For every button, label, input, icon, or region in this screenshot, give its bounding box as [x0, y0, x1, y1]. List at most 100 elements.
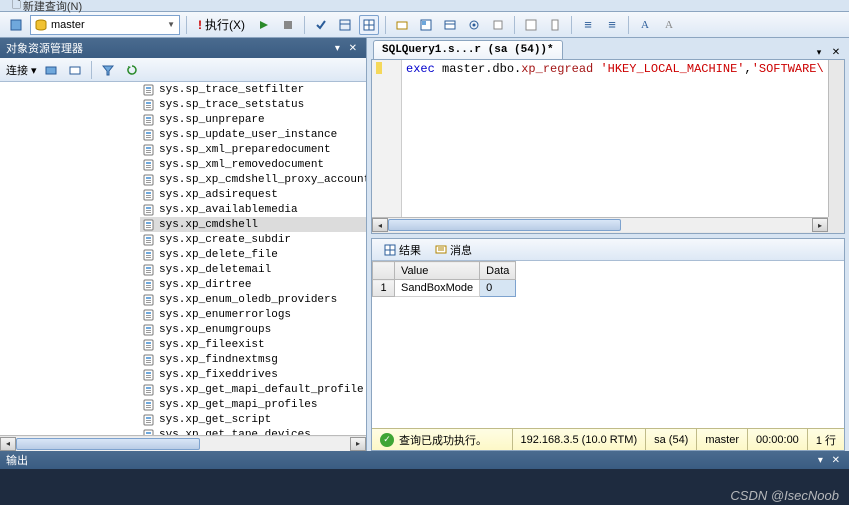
- tree-item-label: sys.xp_create_subdir: [159, 234, 291, 246]
- tree-item[interactable]: sys.sp_update_user_instance: [140, 127, 366, 142]
- cell-data[interactable]: 0: [480, 280, 516, 297]
- btn-b[interactable]: [416, 15, 436, 35]
- stored-proc-icon: [142, 98, 156, 112]
- editor-v-scrollbar[interactable]: [828, 60, 844, 217]
- editor-h-scrollbar[interactable]: ◂ ▸: [372, 217, 828, 233]
- stored-proc-icon: [142, 428, 156, 436]
- btn-g[interactable]: [545, 15, 565, 35]
- outdent-button[interactable]: ≡: [578, 15, 598, 35]
- tree-item[interactable]: sys.xp_deletemail: [140, 262, 366, 277]
- query-pane: SQLQuery1.s...r (sa (54))* ▾ ✕ exec mast…: [367, 38, 849, 451]
- pane-close-icons[interactable]: ▾ ✕: [335, 43, 360, 54]
- menu-fragment: 🗋新建查询(N): [0, 0, 849, 12]
- tree-item[interactable]: sys.xp_enumerrorlogs: [140, 307, 366, 322]
- status-time: 00:00:00: [747, 429, 807, 450]
- tree-item[interactable]: sys.xp_get_mapi_default_profile: [140, 382, 366, 397]
- stop-button[interactable]: [278, 15, 298, 35]
- stored-proc-icon: [142, 113, 156, 127]
- tree-item-label: sys.xp_adsirequest: [159, 189, 278, 201]
- ed-scroll-left[interactable]: ◂: [372, 218, 388, 232]
- uncomment-button[interactable]: A: [659, 15, 679, 35]
- tree-item[interactable]: sys.sp_trace_setfilter: [140, 82, 366, 97]
- indent-button[interactable]: ≡: [602, 15, 622, 35]
- output-close-icons[interactable]: ▾ ✕: [818, 455, 843, 466]
- tree-item[interactable]: sys.sp_trace_setstatus: [140, 97, 366, 112]
- stored-proc-icon: [142, 143, 156, 157]
- cell-value[interactable]: SandBoxMode: [395, 280, 480, 297]
- execute-button[interactable]: ! 执行(X): [193, 15, 250, 35]
- play-button[interactable]: [254, 15, 274, 35]
- tree-item[interactable]: sys.xp_findnextmsg: [140, 352, 366, 367]
- tree-item-label: sys.xp_enumerrorlogs: [159, 309, 291, 321]
- tree-item[interactable]: sys.sp_xml_removedocument: [140, 157, 366, 172]
- scroll-right-button[interactable]: ▸: [350, 437, 366, 451]
- tree-item[interactable]: sys.sp_unprepare: [140, 112, 366, 127]
- comment-button[interactable]: A: [635, 15, 655, 35]
- btn-f[interactable]: [521, 15, 541, 35]
- tree-item-label: sys.xp_delete_file: [159, 249, 278, 261]
- sql-text: exec master.dbo.xp_regread 'HKEY_LOCAL_M…: [406, 62, 824, 76]
- tree-item[interactable]: sys.xp_fileexist: [140, 337, 366, 352]
- tree-item[interactable]: sys.xp_enum_oledb_providers: [140, 292, 366, 307]
- tree-item[interactable]: sys.xp_create_subdir: [140, 232, 366, 247]
- object-explorer-tree[interactable]: sys.sp_trace_setfiltersys.sp_trace_setst…: [0, 82, 366, 435]
- tree-h-scrollbar[interactable]: ◂ ▸: [0, 435, 366, 451]
- output-body[interactable]: [0, 469, 849, 505]
- tree-item[interactable]: sys.xp_fixeddrives: [140, 367, 366, 382]
- tree-item[interactable]: sys.xp_get_mapi_profiles: [140, 397, 366, 412]
- output-title-bar: 输出 ▾ ✕: [0, 451, 849, 469]
- grid-button[interactable]: [359, 15, 379, 35]
- btn-e[interactable]: [488, 15, 508, 35]
- table-row[interactable]: 1 SandBoxMode 0: [373, 280, 516, 297]
- stored-proc-icon: [142, 368, 156, 382]
- oe-btn-1[interactable]: [41, 60, 61, 80]
- btn-c[interactable]: [440, 15, 460, 35]
- stored-proc-icon: [142, 398, 156, 412]
- tree-item[interactable]: sys.xp_adsirequest: [140, 187, 366, 202]
- parse-button[interactable]: [311, 15, 331, 35]
- tab-close-icon[interactable]: ✕: [829, 45, 843, 59]
- execute-label: 执行(X): [205, 16, 245, 33]
- stored-proc-icon: [142, 218, 156, 232]
- col-data[interactable]: Data: [480, 262, 516, 280]
- oe-filter-button[interactable]: [98, 60, 118, 80]
- tree-item[interactable]: sys.xp_cmdshell: [140, 217, 366, 232]
- stored-proc-icon: [142, 188, 156, 202]
- query-tab[interactable]: SQLQuery1.s...r (sa (54))*: [373, 40, 563, 59]
- main-toolbar: master ! 执行(X) ≡ ≡ A A: [0, 12, 849, 38]
- grid-corner[interactable]: [373, 262, 395, 280]
- tree-item[interactable]: sys.xp_get_script: [140, 412, 366, 427]
- options-button[interactable]: [335, 15, 355, 35]
- scroll-left-button[interactable]: ◂: [0, 437, 16, 451]
- col-value[interactable]: Value: [395, 262, 480, 280]
- tree-item[interactable]: sys.xp_delete_file: [140, 247, 366, 262]
- connect-dropdown[interactable]: 连接 ▾: [6, 62, 37, 78]
- tree-item-label: sys.sp_trace_setfilter: [159, 84, 304, 96]
- tree-item[interactable]: sys.xp_availablemedia: [140, 202, 366, 217]
- tree-item[interactable]: sys.sp_xp_cmdshell_proxy_account: [140, 172, 366, 187]
- database-selector[interactable]: master: [30, 15, 180, 35]
- object-explorer-toolbar: 连接 ▾: [0, 58, 366, 82]
- tree-item[interactable]: sys.xp_enumgroups: [140, 322, 366, 337]
- messages-tab[interactable]: 消息: [429, 240, 478, 260]
- stored-proc-icon: [142, 173, 156, 187]
- toolbar-btn-1[interactable]: [6, 15, 26, 35]
- results-tab[interactable]: 结果: [378, 240, 427, 260]
- object-explorer-title: 对象资源管理器: [6, 40, 83, 56]
- oe-refresh-button[interactable]: [122, 60, 142, 80]
- sql-editor[interactable]: exec master.dbo.xp_regread 'HKEY_LOCAL_M…: [371, 59, 845, 234]
- oe-btn-2[interactable]: [65, 60, 85, 80]
- ed-scroll-right[interactable]: ▸: [812, 218, 828, 232]
- btn-d[interactable]: [464, 15, 484, 35]
- tree-item-label: sys.sp_unprepare: [159, 114, 265, 126]
- stored-proc-icon: [142, 323, 156, 337]
- tree-item[interactable]: sys.xp_get_tape_devices: [140, 427, 366, 435]
- grid-header-row: Value Data: [373, 262, 516, 280]
- results-grid-wrap[interactable]: Value Data 1 SandBoxMode 0: [372, 261, 844, 428]
- tree-item[interactable]: sys.xp_dirtree: [140, 277, 366, 292]
- grid-icon: [384, 244, 396, 256]
- tab-dropdown-icon[interactable]: ▾: [812, 45, 826, 59]
- tree-item[interactable]: sys.sp_xml_preparedocument: [140, 142, 366, 157]
- row-number[interactable]: 1: [373, 280, 395, 297]
- btn-a[interactable]: [392, 15, 412, 35]
